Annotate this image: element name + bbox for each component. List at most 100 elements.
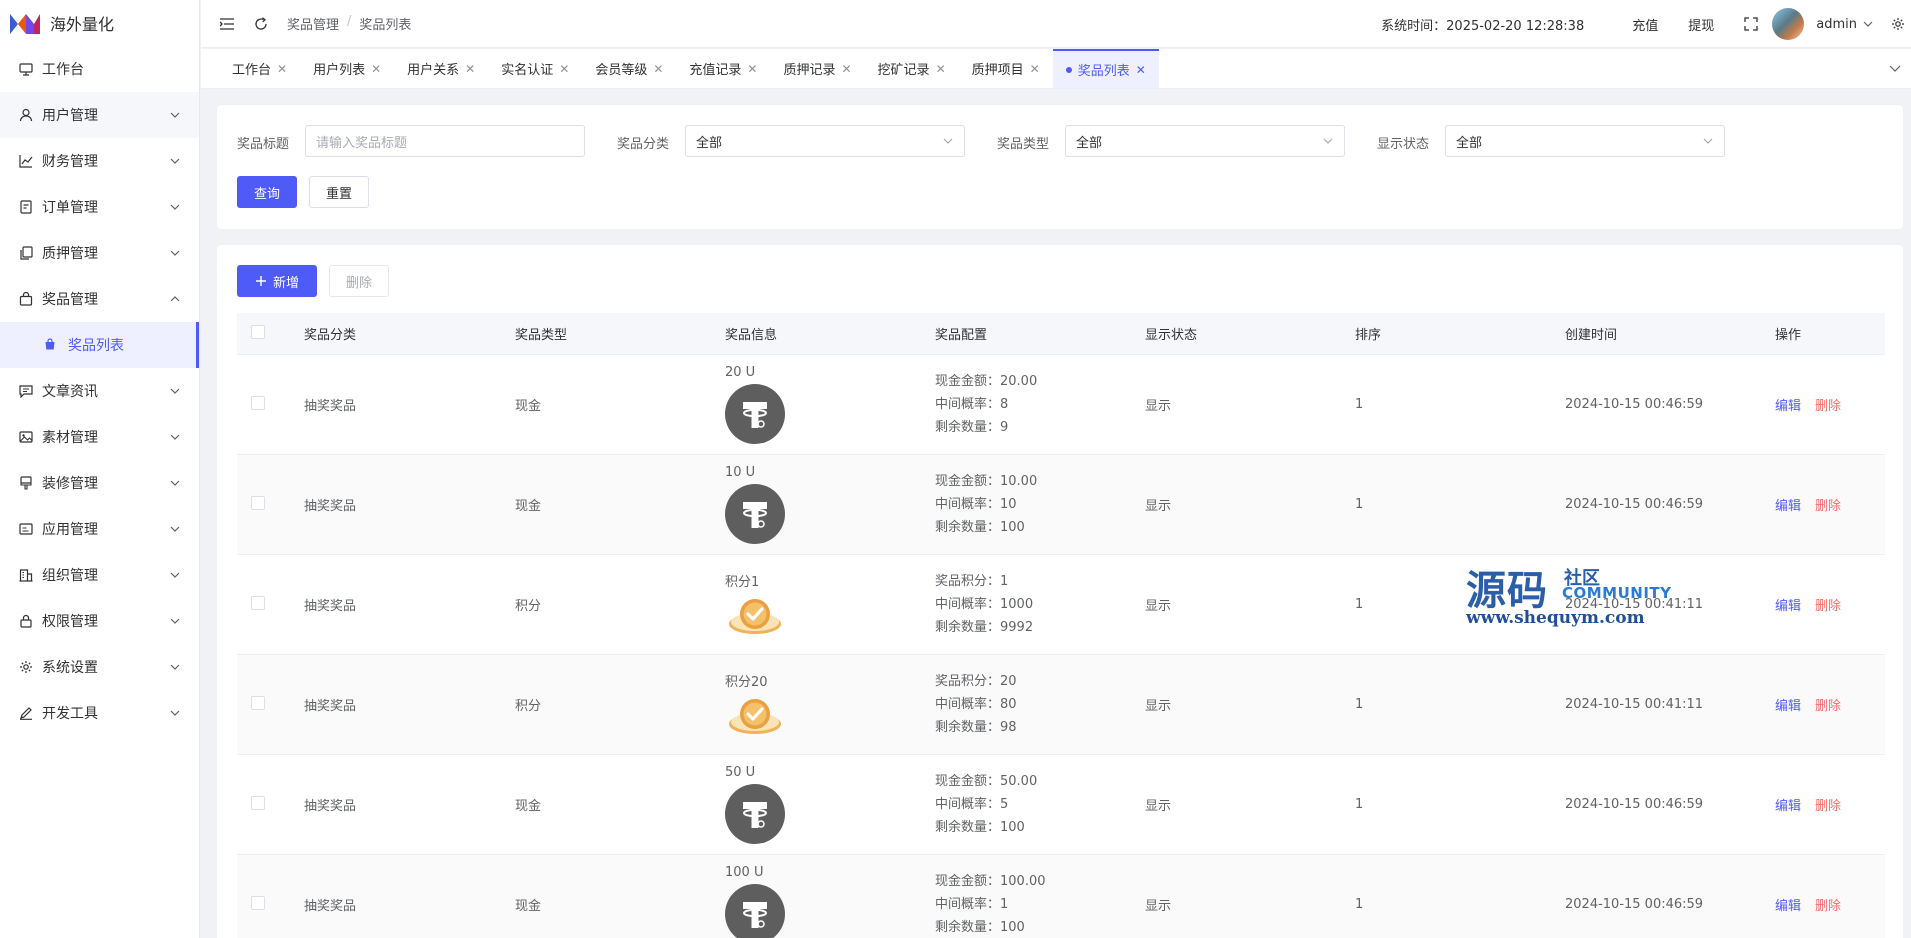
close-icon[interactable]: ✕ [465, 62, 475, 76]
row-checkbox[interactable] [251, 395, 265, 410]
sidebar-item[interactable]: 订单管理 [0, 184, 199, 230]
settings-gear-icon[interactable] [1891, 17, 1905, 31]
chevron-down-icon [169, 431, 181, 443]
delete-button[interactable]: 删除 [1815, 499, 1841, 514]
sort-cell: 1 [1355, 897, 1364, 912]
tab[interactable]: 用户列表 ✕ [300, 49, 394, 88]
chevron-down-icon[interactable] [1863, 21, 1873, 27]
close-icon[interactable]: ✕ [1030, 62, 1040, 76]
row-checkbox[interactable] [251, 895, 265, 910]
prize-title: 100 U [725, 865, 764, 880]
reset-button[interactable]: 重置 [309, 176, 369, 208]
column-header: 显示状态 [1145, 328, 1198, 343]
close-icon[interactable]: ✕ [371, 62, 381, 76]
tab[interactable]: 会员等级 ✕ [582, 49, 676, 88]
edit-button[interactable]: 编辑 [1775, 699, 1801, 714]
tab[interactable]: 奖品列表 ✕ [1052, 49, 1159, 88]
chevron-down-icon [169, 661, 181, 673]
sidebar-item[interactable]: 文章资讯 [0, 368, 199, 414]
sidebar-item[interactable]: 系统设置 [0, 644, 199, 690]
type-filter-select[interactable]: 全部 [1065, 125, 1345, 157]
status-filter-select[interactable]: 全部 [1445, 125, 1725, 157]
logo[interactable]: 海外量化 [0, 0, 199, 46]
column-header: 操作 [1775, 328, 1802, 343]
sidebar-item[interactable]: 用户管理 [0, 92, 199, 138]
tab[interactable]: 工作台 ✕ [219, 49, 300, 88]
batch-delete-button[interactable]: 删除 [329, 265, 389, 297]
config-line: 剩余数量：98 [935, 720, 1017, 735]
add-prize-button[interactable]: 新增 [237, 265, 317, 297]
config-line: 中间概率：1 [935, 897, 1009, 912]
config-line: 现金金额：20.00 [935, 374, 1038, 389]
column-header: 奖品类型 [515, 328, 568, 343]
title-filter-input[interactable]: 请输入奖品标题 [305, 125, 585, 157]
withdraw-link[interactable]: 提现 [1688, 15, 1714, 34]
config-cell: 现金金额：10.00 中间概率：10 剩余数量：100 [935, 470, 1145, 539]
category-filter-select[interactable]: 全部 [685, 125, 965, 157]
row-checkbox[interactable] [251, 695, 265, 710]
close-icon[interactable]: ✕ [277, 62, 287, 76]
active-dot-icon [1065, 66, 1072, 73]
chevron-down-icon [169, 201, 181, 213]
fullscreen-icon[interactable] [1744, 17, 1758, 31]
tab[interactable]: 实名认证 ✕ [488, 49, 582, 88]
info-cell: 10 U [725, 465, 935, 544]
delete-button[interactable]: 删除 [1815, 399, 1841, 414]
tab[interactable]: 挖矿记录 ✕ [865, 49, 959, 88]
filter-panel: 奖品标题 请输入奖品标题 奖品分类 全部 奖品类型 全部 显示状态 全部 查询 … [217, 105, 1903, 229]
chevron-down-icon [169, 247, 181, 259]
row-checkbox[interactable] [251, 495, 265, 510]
sidebar-item[interactable]: 工作台 [0, 46, 199, 92]
tab[interactable]: 充值记录 ✕ [676, 49, 770, 88]
chart-icon [18, 153, 34, 169]
avatar[interactable] [1772, 8, 1805, 40]
sidebar-item-label: 素材管理 [42, 430, 98, 446]
close-icon[interactable]: ✕ [559, 62, 569, 76]
sidebar-item[interactable]: 应用管理 [0, 506, 199, 552]
sidebar-item[interactable]: 开发工具 [0, 690, 199, 736]
user-name[interactable]: admin [1816, 17, 1857, 32]
close-icon[interactable]: ✕ [841, 62, 851, 76]
edit-button[interactable]: 编辑 [1775, 399, 1801, 414]
refresh-icon[interactable] [253, 16, 269, 32]
breadcrumb-item[interactable]: 奖品管理 [287, 14, 339, 33]
sidebar-item[interactable]: 装修管理 [0, 460, 199, 506]
edit-button[interactable]: 编辑 [1775, 599, 1801, 614]
delete-button[interactable]: 删除 [1815, 599, 1841, 614]
table-row: 抽奖奖品 现金 100 U 现金金额：100.00 中间概率：1 剩余数量：100 显示 1 2… [237, 855, 1885, 938]
prize-title: 50 U [725, 765, 756, 780]
config-cell: 奖品积分：20 中间概率：80 剩余数量：98 [935, 670, 1145, 739]
tabs-dropdown-icon[interactable] [1887, 61, 1903, 77]
delete-button[interactable]: 删除 [1815, 899, 1841, 914]
title-filter-label: 奖品标题 [237, 137, 290, 152]
close-icon[interactable]: ✕ [936, 62, 946, 76]
close-icon[interactable]: ✕ [747, 62, 757, 76]
sidebar-subitem-prize-list[interactable]: 奖品列表 [0, 322, 199, 368]
sidebar-item[interactable]: 权限管理 [0, 598, 199, 644]
close-icon[interactable]: ✕ [653, 62, 663, 76]
sidebar-item[interactable]: 质押管理 [0, 230, 199, 276]
delete-button[interactable]: 删除 [1815, 799, 1841, 814]
sidebar-item[interactable]: 财务管理 [0, 138, 199, 184]
row-checkbox[interactable] [251, 595, 265, 610]
close-icon[interactable]: ✕ [1136, 63, 1146, 77]
tab[interactable]: 用户关系 ✕ [394, 49, 488, 88]
sidebar-item[interactable]: 奖品管理 [0, 276, 199, 322]
row-checkbox[interactable] [251, 795, 265, 810]
chevron-up-icon [169, 293, 181, 305]
config-line: 剩余数量：100 [935, 920, 1025, 935]
query-button[interactable]: 查询 [237, 176, 297, 208]
tab[interactable]: 质押项目 ✕ [959, 49, 1053, 88]
edit-button[interactable]: 编辑 [1775, 499, 1801, 514]
delete-button[interactable]: 删除 [1815, 699, 1841, 714]
edit-button[interactable]: 编辑 [1775, 799, 1801, 814]
chevron-down-icon [169, 155, 181, 167]
sidebar-item[interactable]: 素材管理 [0, 414, 199, 460]
sidebar-item[interactable]: 组织管理 [0, 552, 199, 598]
edit-button[interactable]: 编辑 [1775, 899, 1801, 914]
recharge-link[interactable]: 充值 [1632, 15, 1658, 34]
collapse-menu-icon[interactable] [219, 16, 235, 32]
select-all-checkbox[interactable] [251, 324, 265, 339]
tab[interactable]: 质押记录 ✕ [770, 49, 864, 88]
actions-cell: 编辑 删除 [1775, 595, 1885, 614]
